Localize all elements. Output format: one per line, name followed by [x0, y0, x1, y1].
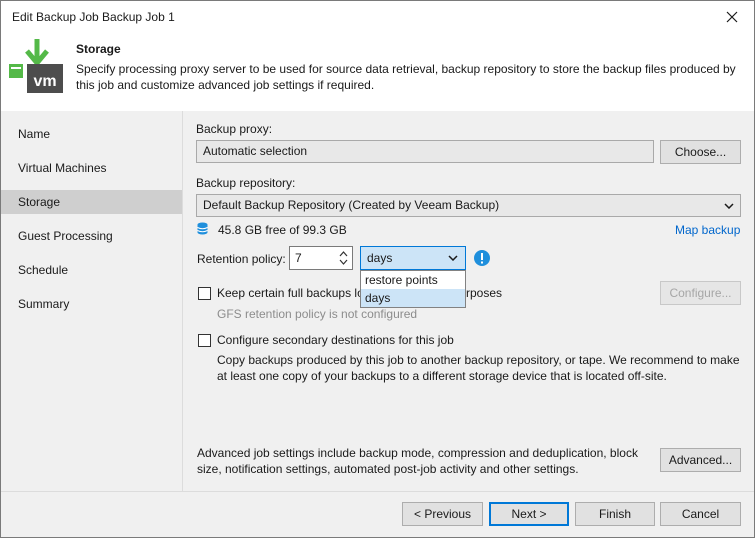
- info-icon[interactable]: [474, 250, 490, 266]
- keep-full-backups-label-left: Keep certain full backups lo: [217, 286, 364, 300]
- advanced-settings-button[interactable]: Advanced...: [660, 448, 741, 472]
- keep-full-backups-checkbox[interactable]: [198, 287, 211, 300]
- retention-value-stepper[interactable]: 7: [289, 246, 353, 270]
- finish-button[interactable]: Finish: [575, 502, 655, 526]
- secondary-destinations-label: Configure secondary destinations for thi…: [217, 333, 454, 347]
- database-icon: [197, 222, 208, 235]
- secondary-destinations-checkbox[interactable]: [198, 334, 211, 347]
- window-title: Edit Backup Job Backup Job 1: [12, 10, 175, 24]
- backup-repository-label: Backup repository:: [196, 176, 296, 190]
- next-button[interactable]: Next >: [489, 502, 569, 526]
- gfs-note: GFS retention policy is not configured: [217, 307, 418, 321]
- step-description: Specify processing proxy server to be us…: [76, 62, 736, 92]
- backup-repository-select[interactable]: Default Backup Repository (Created by Ve…: [196, 194, 741, 217]
- previous-button[interactable]: < Previous: [402, 502, 483, 526]
- wizard-header: vm Storage Specify processing proxy serv…: [1, 33, 754, 111]
- retention-unit-dropdown: restore points days: [360, 270, 466, 308]
- sidebar-item-name[interactable]: Name: [1, 122, 182, 146]
- configure-gfs-button[interactable]: Configure...: [660, 281, 741, 305]
- sidebar-item-storage[interactable]: Storage: [1, 190, 182, 214]
- close-icon: [726, 11, 738, 23]
- retention-unit-value: days: [367, 251, 393, 265]
- sidebar-item-guest-processing[interactable]: Guest Processing: [1, 224, 182, 248]
- free-space-text: 45.8 GB free of 99.3 GB: [218, 223, 347, 237]
- sidebar-item-summary[interactable]: Summary: [1, 292, 182, 316]
- chevron-down-icon: [448, 255, 458, 261]
- svg-text:vm: vm: [33, 73, 56, 90]
- keep-full-backups-label-right: rposes: [466, 286, 503, 300]
- backup-repository-value: Default Backup Repository (Created by Ve…: [203, 198, 500, 212]
- spin-arrows-icon[interactable]: [339, 250, 348, 266]
- cancel-button[interactable]: Cancel: [660, 502, 741, 526]
- close-button[interactable]: [710, 1, 754, 33]
- retention-value: 7: [295, 251, 302, 265]
- dropdown-option-restore-points[interactable]: restore points: [361, 271, 465, 289]
- retention-policy-label: Retention policy:: [197, 252, 286, 266]
- step-title: Storage: [76, 42, 121, 56]
- storage-settings-panel: Backup proxy: Automatic selection Choose…: [183, 111, 754, 491]
- advanced-settings-description: Advanced job settings include backup mod…: [197, 446, 638, 476]
- edit-backup-job-dialog: Edit Backup Job Backup Job 1 vm Storage …: [0, 0, 755, 538]
- dropdown-option-days[interactable]: days: [361, 289, 465, 307]
- secondary-destinations-description: Copy backups produced by this job to ano…: [217, 353, 740, 383]
- title-bar: Edit Backup Job Backup Job 1: [1, 1, 754, 33]
- choose-proxy-button[interactable]: Choose...: [660, 140, 741, 164]
- wizard-footer: < Previous Next > Finish Cancel: [1, 491, 754, 537]
- map-backup-link[interactable]: Map backup: [675, 223, 740, 237]
- storage-icon: vm: [9, 37, 65, 93]
- retention-unit-select[interactable]: days: [360, 246, 466, 270]
- sidebar-item-schedule[interactable]: Schedule: [1, 258, 182, 282]
- sidebar-item-virtual-machines[interactable]: Virtual Machines: [1, 156, 182, 180]
- backup-proxy-field: Automatic selection: [196, 140, 654, 163]
- chevron-down-icon: [724, 203, 734, 209]
- wizard-steps-sidebar: Name Virtual Machines Storage Guest Proc…: [1, 111, 183, 491]
- backup-proxy-label: Backup proxy:: [196, 122, 273, 136]
